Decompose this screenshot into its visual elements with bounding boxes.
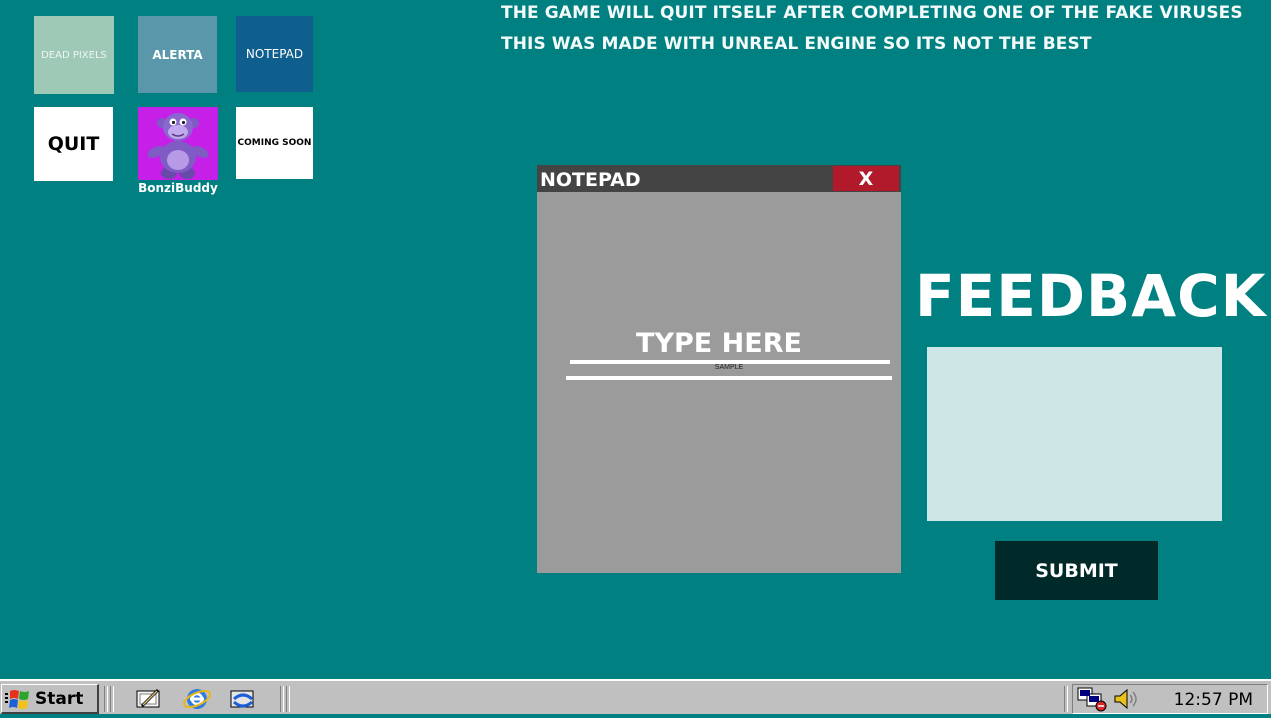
bonzi-buddy-label: BonziBuddy: [138, 181, 218, 195]
notepad-text-input[interactable]: SAMPLE: [566, 364, 892, 371]
notepad-title: NOTEPAD: [540, 169, 641, 191]
notepad-window: NOTEPAD X TYPE HERE SAMPLE: [537, 165, 901, 573]
channels-icon[interactable]: [228, 685, 258, 713]
start-button[interactable]: Start: [1, 684, 99, 714]
taskbar-divider: [280, 686, 284, 712]
taskbar: Start 12:57 PM: [0, 679, 1271, 714]
alerta-button[interactable]: ALERTA: [138, 16, 217, 93]
notepad-titlebar[interactable]: NOTEPAD X: [537, 165, 901, 192]
internet-explorer-icon[interactable]: [182, 685, 212, 713]
taskbar-divider: [104, 686, 108, 712]
show-desktop-icon[interactable]: [134, 685, 164, 713]
info-text-line-2: THIS WAS MADE WITH UNREAL ENGINE SO ITS …: [501, 34, 1092, 54]
taskbar-divider: [110, 686, 114, 712]
feedback-input[interactable]: [927, 347, 1222, 521]
windows-logo-icon: [5, 689, 29, 709]
notepad-divider: [566, 376, 892, 380]
bonzi-buddy-icon: [147, 113, 209, 179]
start-label: Start: [35, 688, 84, 709]
notepad-button[interactable]: NOTEPAD: [236, 16, 313, 92]
network-icon[interactable]: [1077, 686, 1109, 712]
volume-icon[interactable]: [1111, 686, 1141, 712]
taskbar-divider: [1064, 686, 1068, 712]
clock[interactable]: 12:57 PM: [1174, 690, 1253, 710]
system-tray: 12:57 PM: [1072, 684, 1268, 714]
dead-pixels-button[interactable]: DEAD PIXELS: [34, 16, 114, 94]
taskbar-divider: [286, 686, 290, 712]
bonzi-buddy-button[interactable]: [138, 107, 218, 180]
notepad-close-button[interactable]: X: [833, 166, 899, 191]
notepad-heading: TYPE HERE: [636, 328, 802, 359]
feedback-title: FEEDBACK: [915, 262, 1267, 330]
quit-button[interactable]: QUIT: [34, 107, 113, 181]
submit-button[interactable]: SUBMIT: [995, 541, 1158, 600]
info-text-line-1: THE GAME WILL QUIT ITSELF AFTER COMPLETI…: [501, 3, 1243, 23]
coming-soon-button[interactable]: COMING SOON: [236, 107, 313, 179]
